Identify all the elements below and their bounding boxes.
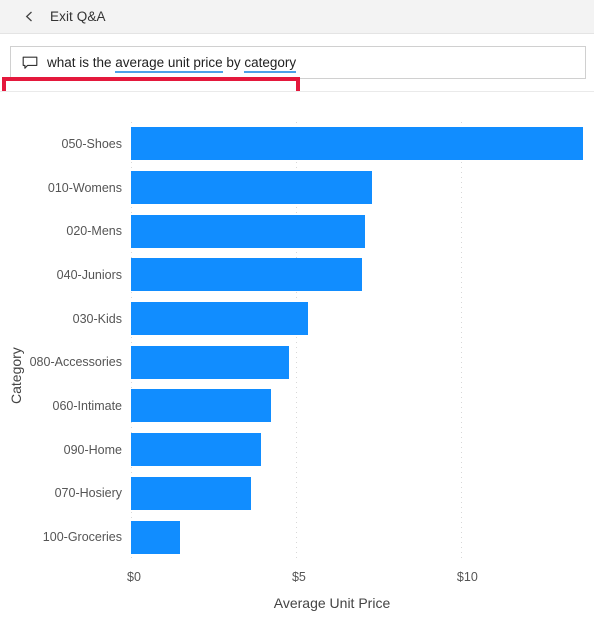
bar-category-label: 010-Womens — [47, 180, 122, 195]
plot-area: 050-Shoes 010-Womens 020-Mens 040-Juniors 03… — [30, 122, 584, 559]
bar-row[interactable]: 010-Womens — [48, 166, 584, 210]
bar-category-label: 100-Groceries — [42, 530, 122, 545]
bar-row[interactable]: 020-Mens — [66, 209, 584, 253]
x-axis-title: Average Unit Price — [273, 595, 391, 611]
x-axis-tick-label: $0 — [127, 570, 141, 584]
qna-segment-entity-average-unit-price: average unit price — [115, 54, 223, 73]
qna-visual-page: Exit Q&A what is the average unit price … — [0, 0, 594, 620]
bar[interactable] — [131, 171, 372, 205]
bar-row[interactable]: 030-Kids — [73, 297, 584, 341]
bar[interactable] — [131, 433, 262, 467]
bar-category-label: 060-Intimate — [52, 398, 122, 413]
bar[interactable] — [131, 476, 252, 510]
bar-category-label: 090-Home — [63, 442, 122, 457]
bar-chart: Category 050-Shoes 010-Womens 020-Mens 040-… — [0, 92, 594, 620]
x-axis-tick-labels: $0 $5 $10 — [127, 570, 584, 588]
bar-row[interactable]: 090-Home — [64, 428, 584, 472]
bar-series: 050-Shoes 010-Womens 020-Mens 040-Juniors 03… — [30, 122, 584, 559]
qna-segment-plain-1: what is the — [47, 54, 116, 70]
chat-bubble-icon — [22, 55, 38, 71]
bar[interactable] — [131, 345, 290, 379]
bar-category-label: 050-Shoes — [61, 136, 122, 151]
bar-row[interactable]: 100-Groceries — [43, 515, 584, 559]
qna-question-input[interactable]: what is the average unit price by catego… — [10, 46, 586, 79]
bar[interactable] — [131, 127, 583, 161]
chevron-left-icon[interactable] — [22, 10, 36, 24]
bar-row[interactable]: 070-Hosiery — [55, 472, 584, 516]
qna-segment-plain-2: by — [222, 54, 245, 70]
qna-segment-entity-category: category — [244, 54, 297, 73]
bar[interactable] — [131, 258, 362, 292]
exit-qna-button[interactable]: Exit Q&A — [50, 9, 106, 24]
bar-category-label: 020-Mens — [66, 224, 122, 239]
qna-header-bar: Exit Q&A — [0, 0, 594, 34]
bar-category-label: 080-Accessories — [29, 355, 122, 370]
bar[interactable] — [131, 302, 308, 336]
bar-row[interactable]: 060-Intimate — [53, 384, 584, 428]
qna-question-row: what is the average unit price by catego… — [0, 35, 594, 123]
bar-category-label: 070-Hosiery — [54, 486, 122, 501]
bar-row[interactable]: 040-Juniors — [57, 253, 584, 297]
x-axis-tick-label: $10 — [456, 570, 478, 584]
qna-question-text: what is the average unit price by catego… — [47, 54, 297, 73]
bar[interactable] — [131, 214, 366, 248]
bar-row[interactable]: 080-Accessories — [30, 340, 584, 384]
bar-category-label: 040-Juniors — [56, 267, 122, 282]
bar-row[interactable]: 050-Shoes — [62, 122, 584, 166]
y-axis-title: Category — [8, 347, 24, 404]
bar-category-label: 030-Kids — [72, 311, 122, 326]
bar[interactable] — [131, 389, 272, 423]
x-axis-tick-label: $5 — [291, 570, 306, 584]
bar[interactable] — [131, 520, 181, 554]
